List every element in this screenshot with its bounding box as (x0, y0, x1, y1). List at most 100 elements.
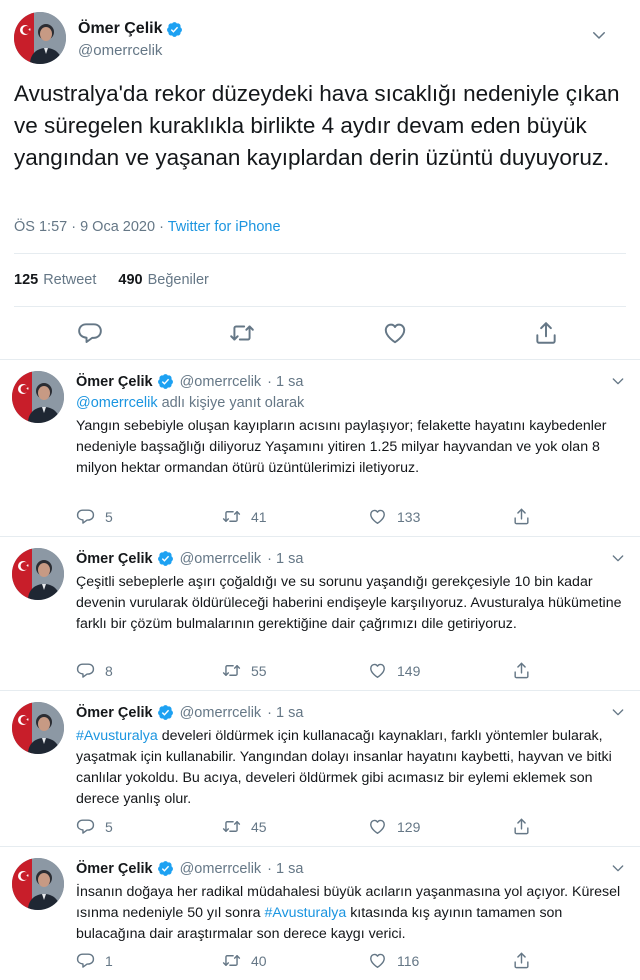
chevron-down-icon[interactable] (590, 26, 608, 44)
chevron-down-icon[interactable] (610, 704, 626, 720)
reply-button[interactable]: 1 (76, 951, 113, 970)
reply-tweet[interactable]: Ömer Çelik @omerrcelik · 1 sa #Avustural… (0, 692, 640, 847)
retweet-icon (222, 661, 241, 680)
avatar[interactable] (12, 702, 64, 754)
author-handle[interactable]: @omerrcelik (180, 861, 262, 877)
avatar[interactable] (12, 858, 64, 910)
main-tweet-header: Ömer Çelik @omerrcelik (14, 12, 614, 64)
reply-button[interactable]: 8 (76, 661, 113, 680)
reply-context: @omerrcelik adlı kişiye yanıt olarak (76, 395, 304, 411)
avatar[interactable] (12, 548, 64, 600)
retweet-count: 55 (251, 662, 267, 679)
tweet-time[interactable]: · 1 sa (267, 551, 303, 567)
author-name-row: Ömer Çelik (78, 20, 183, 38)
reply-button[interactable]: 5 (76, 507, 113, 526)
share-button[interactable] (512, 951, 531, 970)
verified-badge-icon (157, 704, 174, 721)
reply-tweet[interactable]: Ömer Çelik @omerrcelik · 1 sa @omerrceli… (0, 361, 640, 537)
share-button[interactable] (512, 817, 531, 836)
author-name[interactable]: Ömer Çelik (76, 551, 153, 567)
share-icon (512, 951, 531, 970)
reply-header: Ömer Çelik @omerrcelik · 1 sa (76, 860, 303, 877)
retweet-button[interactable]: 45 (222, 817, 267, 836)
author-handle[interactable]: @omerrcelik (180, 551, 262, 567)
tweet-text: İnsanın doğaya her radikal müdahalesi bü… (76, 882, 626, 945)
like-button[interactable]: 133 (368, 507, 420, 526)
retweet-stat[interactable]: 125 Retweet (14, 272, 96, 288)
tweet-actions: 8 55 149 (76, 661, 556, 683)
tweet-actions: 1 40 116 (76, 951, 556, 973)
like-button[interactable]: 116 (368, 951, 419, 970)
tweet-time[interactable]: · 1 sa (267, 861, 303, 877)
timestamp-text[interactable]: ÖS 1:57 · 9 Oca 2020 · (14, 219, 168, 235)
retweet-count: 40 (251, 952, 267, 969)
tweet-actions: 5 41 133 (76, 507, 556, 529)
retweet-count: 41 (251, 508, 267, 525)
reply-tweet[interactable]: Ömer Çelik @omerrcelik · 1 sa Çeşitli se… (0, 538, 640, 691)
share-button[interactable] (512, 661, 531, 680)
main-tweet: Ömer Çelik @omerrcelik Avustralya'da rek… (0, 0, 640, 360)
verified-badge-icon (157, 860, 174, 877)
tweet-timestamp: ÖS 1:57 · 9 Oca 2020 · Twitter for iPhon… (14, 219, 281, 235)
chevron-down-icon[interactable] (610, 550, 626, 566)
share-button[interactable] (533, 320, 559, 346)
reply-to-suffix: adlı kişiye yanıt olarak (157, 395, 305, 411)
avatar[interactable] (14, 12, 66, 64)
chevron-down-icon[interactable] (610, 373, 626, 389)
like-button[interactable]: 129 (368, 817, 420, 836)
reply-count: 5 (105, 818, 113, 835)
reply-count: 8 (105, 662, 113, 679)
like-button[interactable]: 149 (368, 661, 420, 680)
share-button[interactable] (512, 507, 531, 526)
retweet-icon (222, 951, 241, 970)
verified-badge-icon (157, 550, 174, 567)
author-name[interactable]: Ömer Çelik (76, 705, 153, 721)
divider (14, 253, 626, 254)
author-name[interactable]: Ömer Çelik (76, 374, 153, 390)
reply-tweet[interactable]: Ömer Çelik @omerrcelik · 1 sa İnsanın do… (0, 848, 640, 980)
author-name[interactable]: Ömer Çelik (76, 861, 153, 877)
chevron-down-icon[interactable] (610, 860, 626, 876)
tweet-text: Çeşitli sebeplerle aşırı çoğaldığı ve su… (76, 574, 622, 632)
retweet-button[interactable]: 40 (222, 951, 267, 970)
reply-icon (76, 951, 95, 970)
tweet-actions (0, 320, 640, 348)
retweet-icon (222, 817, 241, 836)
hashtag-link[interactable]: #Avusturalya (264, 905, 346, 921)
retweet-stat-label: Retweet (43, 272, 97, 288)
hashtag-link[interactable]: #Avusturalya (76, 728, 158, 744)
heart-icon (368, 817, 387, 836)
retweet-icon (222, 507, 241, 526)
share-icon (512, 661, 531, 680)
tweet-source-link[interactable]: Twitter for iPhone (168, 219, 281, 235)
like-count: 133 (397, 508, 421, 525)
retweet-button[interactable]: 55 (222, 661, 267, 680)
reply-icon (76, 507, 95, 526)
author-handle[interactable]: @omerrcelik (78, 42, 162, 59)
avatar[interactable] (12, 371, 64, 423)
tweet-text: #Avusturalya develeri öldürmek için kull… (76, 726, 626, 810)
like-button[interactable] (382, 320, 408, 346)
verified-badge-icon (157, 373, 174, 390)
reply-icon (76, 661, 95, 680)
share-icon (512, 817, 531, 836)
tweet-time[interactable]: · 1 sa (267, 374, 303, 390)
retweet-button[interactable]: 41 (222, 507, 267, 526)
reply-button[interactable] (77, 320, 103, 346)
tweet-time[interactable]: · 1 sa (267, 705, 303, 721)
retweet-button[interactable] (229, 320, 255, 346)
reply-header: Ömer Çelik @omerrcelik · 1 sa (76, 550, 303, 567)
reply-count: 1 (105, 952, 113, 969)
like-stat-label: Beğeniler (147, 272, 209, 288)
reply-button[interactable]: 5 (76, 817, 113, 836)
like-stat[interactable]: 490 Beğeniler (118, 272, 208, 288)
like-count: 149 (397, 662, 421, 679)
author-handle[interactable]: @omerrcelik (180, 705, 262, 721)
author-handle[interactable]: @omerrcelik (180, 374, 262, 390)
like-count: 490 (118, 272, 143, 288)
author-name[interactable]: Ömer Çelik (78, 20, 162, 38)
divider (14, 306, 626, 307)
retweet-count: 125 (14, 272, 39, 288)
reply-count: 5 (105, 508, 113, 525)
reply-to-link[interactable]: @omerrcelik (76, 395, 158, 411)
